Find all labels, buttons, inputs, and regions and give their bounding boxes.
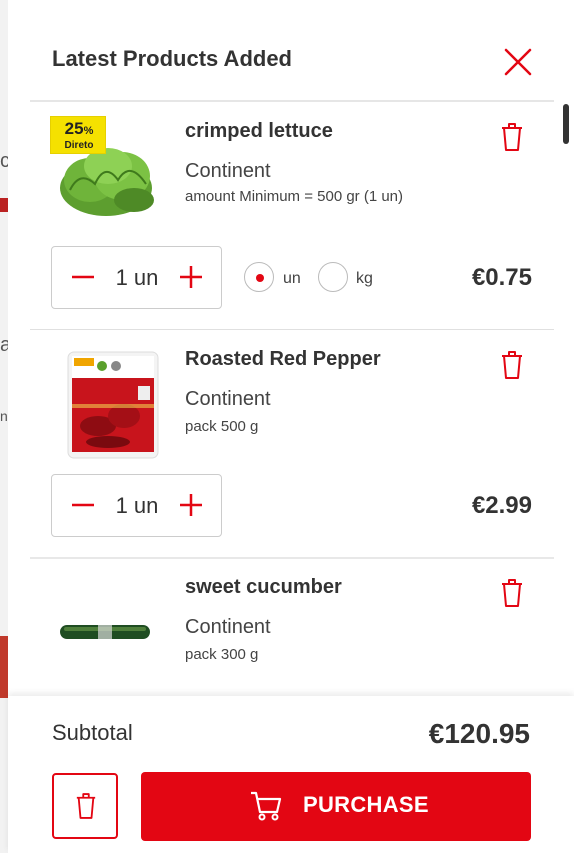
scrollbar-thumb[interactable] xyxy=(563,104,569,144)
trash-icon[interactable] xyxy=(500,578,524,608)
cart-item: 25% Direto crimped lettuce Continent amo… xyxy=(30,102,554,330)
cart-footer: Subtotal €120.95 PURCHASE xyxy=(8,696,574,853)
product-brand: Continent xyxy=(185,160,271,182)
subtotal-label: Subtotal xyxy=(52,720,133,745)
product-name[interactable]: crimped lettuce xyxy=(185,120,333,143)
product-name[interactable]: sweet cucumber xyxy=(185,576,342,599)
background-banner xyxy=(0,636,8,698)
trash-icon xyxy=(75,792,97,825)
cart-item: sweet cucumber Continent pack 300 g xyxy=(30,558,554,696)
roasted-pepper-pack-image xyxy=(50,346,160,459)
unit-radio-label: kg xyxy=(356,270,373,287)
purchase-label: PURCHASE xyxy=(303,792,429,817)
discount-badge: 25% Direto xyxy=(50,116,106,154)
quantity-stepper: 1 un xyxy=(51,246,222,309)
shopping-cart-icon xyxy=(249,790,283,822)
badge-label: Direto xyxy=(64,140,94,151)
product-amount: pack 300 g xyxy=(185,646,259,663)
product-amount: amount Minimum = 500 gr (1 un) xyxy=(185,188,404,205)
cart-items-list[interactable]: 25% Direto crimped lettuce Continent amo… xyxy=(8,102,574,696)
purchase-button[interactable]: PURCHASE xyxy=(141,772,531,841)
unit-radio-label: un xyxy=(283,270,301,287)
unit-radio-un[interactable] xyxy=(244,262,274,292)
clear-cart-button[interactable] xyxy=(52,773,118,839)
product-amount: pack 500 g xyxy=(185,418,259,435)
unit-radio-kg[interactable] xyxy=(318,262,348,292)
quantity-value[interactable]: 1 un xyxy=(102,493,172,519)
product-brand: Continent xyxy=(185,388,271,410)
subtotal-value: €120.95 xyxy=(428,718,530,749)
product-price: €2.99 xyxy=(471,492,532,519)
quantity-stepper: 1 un xyxy=(51,474,222,537)
trash-icon[interactable] xyxy=(500,122,524,152)
close-icon[interactable] xyxy=(502,46,534,78)
product-brand: Continent xyxy=(185,616,271,638)
cucumber-image xyxy=(50,576,160,686)
background-banner xyxy=(0,198,8,212)
drawer-title: Latest Products Added xyxy=(52,46,292,71)
plus-icon[interactable] xyxy=(176,490,206,520)
trash-icon[interactable] xyxy=(500,350,524,380)
background-text: n xyxy=(0,408,8,424)
product-name[interactable]: Roasted Red Pepper xyxy=(185,348,381,371)
quantity-value[interactable]: 1 un xyxy=(102,265,172,291)
cart-item: Roasted Red Pepper Continent pack 500 g … xyxy=(30,330,554,559)
drawer-header: Latest Products Added xyxy=(8,0,574,100)
badge-value: 25% xyxy=(64,119,94,138)
product-price: €0.75 xyxy=(471,264,532,291)
plus-icon[interactable] xyxy=(176,262,206,292)
minus-icon[interactable] xyxy=(68,490,98,520)
minus-icon[interactable] xyxy=(68,262,98,292)
cart-drawer: Latest Products Added 25% Direto crimped… xyxy=(8,0,574,853)
